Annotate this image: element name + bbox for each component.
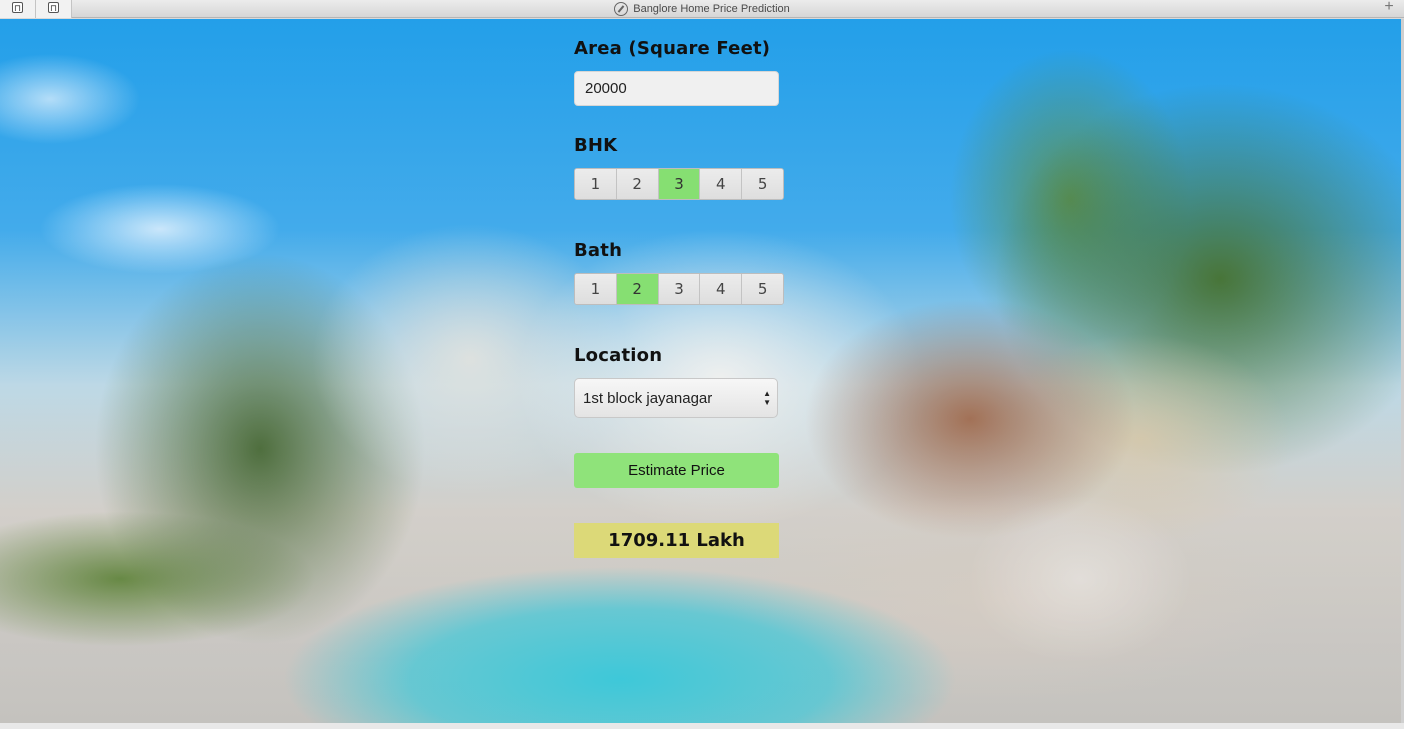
bath-option-3[interactable]: 3 xyxy=(658,274,701,304)
window-title: Banglore Home Price Prediction xyxy=(0,0,1404,18)
bhk-label: BHK xyxy=(574,135,618,156)
estimate-price-button[interactable]: Estimate Price xyxy=(574,453,779,488)
area-label: Area (Square Feet) xyxy=(574,38,771,59)
select-arrows-icon: ▲ ▼ xyxy=(763,389,771,407)
bath-option-5[interactable]: 5 xyxy=(742,274,783,304)
price-result: 1709.11 Lakh xyxy=(574,523,779,558)
bhk-option-1[interactable]: 1 xyxy=(575,169,617,199)
window-title-text: Banglore Home Price Prediction xyxy=(633,3,790,15)
new-tab-button[interactable]: + xyxy=(1378,0,1400,16)
browser-titlebar: ⊓ ⊓ Banglore Home Price Prediction + xyxy=(0,0,1404,18)
bhk-option-5[interactable]: 5 xyxy=(742,169,783,199)
location-selected-value: 1st block jayanagar xyxy=(583,389,713,407)
location-select[interactable]: 1st block jayanagar ▲ ▼ xyxy=(574,378,778,418)
background-image xyxy=(0,19,1401,723)
area-input[interactable]: 20000 xyxy=(574,71,779,106)
bhk-option-4[interactable]: 4 xyxy=(700,169,743,199)
bath-label: Bath xyxy=(574,240,623,261)
bath-selector: 1 2 3 4 5 xyxy=(574,273,784,305)
bhk-selector: 1 2 3 4 5 xyxy=(574,168,784,200)
bath-option-4[interactable]: 4 xyxy=(700,274,743,304)
bhk-option-2[interactable]: 2 xyxy=(616,169,659,199)
location-label: Location xyxy=(574,345,663,366)
bath-option-1[interactable]: 1 xyxy=(575,274,617,304)
bath-option-2[interactable]: 2 xyxy=(616,274,659,304)
bhk-option-3[interactable]: 3 xyxy=(658,169,701,199)
compass-icon xyxy=(614,2,629,16)
